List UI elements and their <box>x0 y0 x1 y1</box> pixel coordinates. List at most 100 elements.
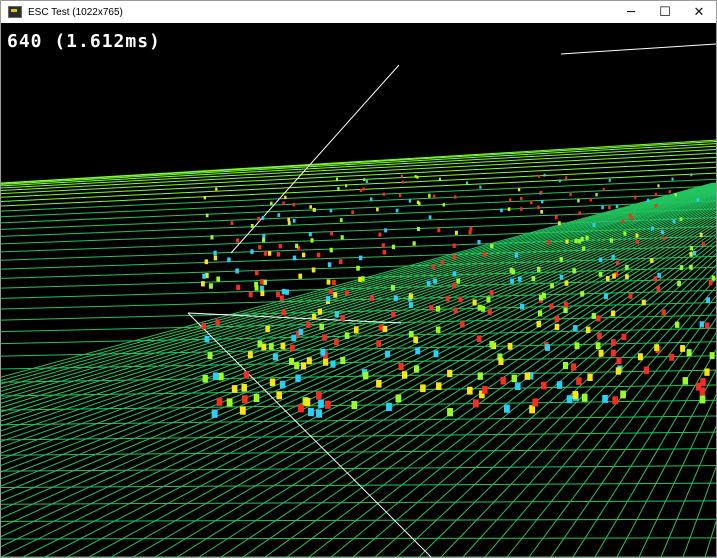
particle-cube <box>202 273 206 279</box>
window-title: ESC Test (1022x765) <box>28 6 123 18</box>
particle-cube <box>281 309 286 316</box>
particle-cube <box>537 205 540 210</box>
particle-cube <box>682 377 688 385</box>
particle-cube <box>263 279 267 285</box>
particle-cube <box>258 245 262 250</box>
particle-cube <box>661 309 666 316</box>
particle-cube <box>401 180 405 184</box>
particle-cube <box>569 192 572 197</box>
particle-cube <box>428 215 432 220</box>
particle-cube <box>456 278 461 284</box>
particle-cube <box>241 383 247 392</box>
particle-cube <box>482 252 487 257</box>
particle-cube <box>616 357 622 365</box>
particle-cube <box>574 238 578 243</box>
particle-cube <box>309 205 312 209</box>
particle-cube <box>287 217 291 222</box>
particle-cube <box>277 213 281 217</box>
particle-cube <box>641 299 646 306</box>
particle-cube <box>257 340 263 348</box>
particle-cube <box>679 217 683 222</box>
particle-cube <box>563 307 568 314</box>
particle-cube <box>708 279 713 286</box>
minimize-button[interactable]: ─ <box>614 1 648 23</box>
particle-cube <box>577 239 581 244</box>
particle-cube <box>413 336 419 344</box>
particle-cube <box>615 367 621 375</box>
particle-cube <box>211 409 218 418</box>
particle-cube <box>615 204 619 209</box>
particle-cube <box>279 295 284 302</box>
particle-cube <box>557 221 561 226</box>
particle-cube <box>263 251 268 256</box>
particle-cube <box>362 187 365 191</box>
particle-cube <box>216 276 221 282</box>
particle-cube <box>602 187 605 191</box>
particle-cube <box>686 349 692 357</box>
grid-row <box>1 148 716 189</box>
particle-cube <box>311 267 316 273</box>
particle-cube <box>654 344 660 351</box>
particle-cube <box>503 404 510 413</box>
particle-cube <box>381 243 385 248</box>
maximize-button[interactable]: ☐ <box>648 1 682 23</box>
close-icon: ✕ <box>693 4 705 20</box>
particle-cube <box>279 380 286 389</box>
particle-cube <box>253 394 260 403</box>
particle-cube <box>612 273 616 279</box>
title-bar[interactable]: ESC Test (1022x765) ─ ☐ ✕ <box>1 1 716 23</box>
particle-cube <box>689 264 693 270</box>
particle-cube <box>582 246 586 251</box>
particle-cube <box>452 271 457 277</box>
particle-cube <box>612 396 619 405</box>
render-viewport[interactable]: 640 (1.612ms) <box>1 23 716 557</box>
particle-cube <box>545 344 550 351</box>
particle-cube <box>498 357 504 365</box>
particle-cube <box>621 219 625 224</box>
particle-cube <box>428 193 431 197</box>
particle-cube <box>363 371 369 380</box>
particle-cube <box>315 391 322 400</box>
particle-cube <box>400 174 403 178</box>
particle-cube <box>201 322 206 330</box>
app-window: ESC Test (1022x765) ─ ☐ ✕ 640 (1.612ms) <box>0 0 717 558</box>
particle-cube <box>510 278 514 284</box>
particle-cube <box>440 260 444 266</box>
particle-cube <box>287 221 291 225</box>
particle-cube <box>334 338 339 346</box>
particle-cube <box>690 173 693 177</box>
particle-cube <box>260 285 264 292</box>
particle-cube <box>391 285 395 291</box>
particle-cube <box>696 198 700 202</box>
particle-cube <box>376 207 379 212</box>
particle-cube <box>487 309 492 316</box>
particle-cube <box>333 292 338 298</box>
particle-cube <box>509 267 514 273</box>
particle-cube <box>576 377 582 385</box>
particle-cube <box>472 299 477 306</box>
particle-cube <box>507 342 513 350</box>
particle-cube <box>382 192 385 196</box>
grid-row <box>1 537 716 540</box>
particle-cube <box>489 289 494 296</box>
particle-cube <box>378 232 382 237</box>
particle-cube <box>300 362 307 370</box>
minimize-icon: ─ <box>627 4 635 20</box>
particle-cube <box>480 305 486 312</box>
3d-scene <box>1 43 716 557</box>
particle-cube <box>500 208 503 213</box>
particle-cube <box>556 381 563 389</box>
particle-cube <box>267 251 272 256</box>
particle-cube <box>646 198 650 203</box>
particle-cube <box>320 348 326 356</box>
particle-cube <box>231 385 238 393</box>
grid-row <box>1 152 716 192</box>
particle-cube <box>538 174 541 178</box>
particle-cube <box>323 358 329 366</box>
particle-cube <box>280 342 286 350</box>
particle-cube <box>479 185 482 189</box>
particle-cube <box>668 190 671 194</box>
close-button[interactable]: ✕ <box>682 1 716 23</box>
particle-cube <box>408 293 413 299</box>
particle-cube <box>332 279 336 286</box>
